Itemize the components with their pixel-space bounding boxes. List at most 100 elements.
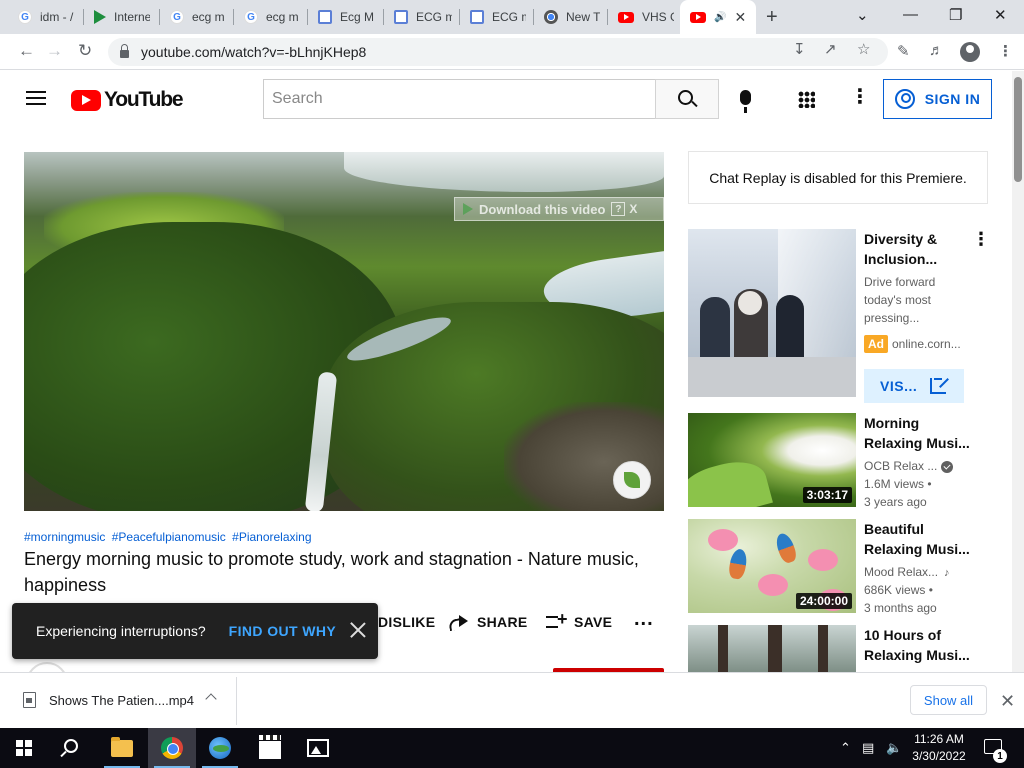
windows-start-icon[interactable]	[16, 740, 32, 756]
dislike-button[interactable]: DISLIKE	[378, 612, 435, 632]
search-input[interactable]: Search	[263, 79, 656, 119]
video-thumbnail[interactable]: 3:03:17	[688, 413, 856, 507]
tab-title: ECG m	[416, 10, 452, 24]
video-editor-button[interactable]	[246, 728, 294, 768]
download-help-icon[interactable]: ?	[611, 202, 626, 216]
video-title: Energy morning music to promote study, w…	[24, 549, 639, 595]
download-item[interactable]: Shows The Patien....mp4	[49, 693, 194, 708]
minimize-button[interactable]: —	[903, 6, 918, 23]
page-scrollbar[interactable]	[1012, 71, 1024, 672]
browser-tab[interactable]: G ecg m	[234, 0, 308, 34]
channel-watermark-icon[interactable]	[613, 461, 651, 499]
search-button[interactable]	[655, 79, 719, 119]
reload-icon[interactable]: ↻	[78, 41, 92, 61]
extensions-icon[interactable]: ✎	[897, 42, 910, 60]
download-play-icon	[463, 203, 473, 215]
chrome-icon	[544, 10, 558, 24]
apps-grid-icon[interactable]	[798, 91, 815, 108]
video-player[interactable]: Download this video ? X	[24, 152, 664, 511]
install-icon[interactable]: ↧	[793, 40, 806, 58]
browser-tab-active[interactable]: 🔊 ✕	[680, 0, 756, 34]
chrome-taskbar-button[interactable]	[148, 728, 196, 768]
tray-chevron-icon[interactable]: ⌃	[840, 740, 851, 756]
recommendation-title[interactable]: Morning Relaxing Musi...	[864, 413, 972, 453]
ad-more-icon[interactable]: ⋮	[972, 229, 990, 250]
view-count: 1.6M views •	[864, 477, 932, 491]
youtube-logo[interactable]: YouTube	[71, 88, 184, 112]
browser-tab[interactable]: ECG m	[384, 0, 460, 34]
save-label: SAVE	[574, 614, 613, 630]
browser-tab[interactable]: ECG m	[460, 0, 534, 34]
file-explorer-button[interactable]	[98, 728, 146, 768]
recommendation-title[interactable]: 10 Hours of Relaxing Musi...	[864, 625, 972, 665]
hashtag-link[interactable]: #Peacefulpianomusic	[112, 530, 226, 544]
video-thumbnail[interactable]: 24:00:00	[688, 519, 856, 613]
volume-icon[interactable]: 🔈	[886, 740, 902, 756]
save-button[interactable]: SAVE	[546, 609, 613, 632]
idm-taskbar-button[interactable]	[196, 728, 244, 768]
bookmark-star-icon[interactable]: ☆	[857, 40, 870, 58]
chrome-menu-icon[interactable]: ⋮	[998, 42, 1013, 60]
ad-title[interactable]: Diversity & Inclusion...	[864, 229, 972, 269]
back-icon[interactable]: ←	[18, 41, 35, 61]
recommendation-title[interactable]: Beautiful Relaxing Musi...	[864, 519, 972, 559]
profile-icon[interactable]	[960, 42, 980, 62]
settings-more-icon[interactable]: ⋮	[850, 87, 870, 107]
visit-site-button[interactable]: VIS...	[864, 369, 964, 403]
file-icon	[23, 692, 36, 708]
photos-button[interactable]	[294, 728, 342, 768]
address-bar[interactable]: youtube.com/watch?v=-bLhnjKHep8 ↧ ↗ ☆	[108, 38, 888, 66]
youtube-logo-icon	[71, 89, 101, 111]
download-video-overlay[interactable]: Download this video ? X	[454, 197, 664, 221]
ad-thumbnail[interactable]	[688, 229, 856, 397]
close-window-button[interactable]: ✕	[994, 6, 1007, 24]
tab-title: Interne	[114, 10, 150, 24]
hashtag-link[interactable]: #Pianorelaxing	[232, 530, 311, 544]
ad-card[interactable]: Diversity & Inclusion... Drive forward t…	[688, 229, 990, 403]
media-control-icon[interactable]: ♬	[929, 42, 944, 59]
browser-tab[interactable]: New T	[534, 0, 608, 34]
tab-title: Ecg M	[340, 10, 375, 24]
chevron-up-icon[interactable]	[205, 693, 217, 705]
hashtag-link[interactable]: #morningmusic	[24, 530, 105, 544]
lock-icon[interactable]	[120, 44, 129, 58]
tab-search-icon[interactable]: ⌄	[856, 6, 869, 24]
menu-icon[interactable]	[26, 91, 46, 105]
sign-in-label: SIGN IN	[924, 91, 981, 107]
browser-tab[interactable]: Interne	[84, 0, 160, 34]
taskbar-clock[interactable]: 11:26 AM 3/30/2022	[906, 731, 972, 765]
channel-name[interactable]: Mood Relax...	[864, 565, 938, 579]
browser-tab[interactable]: VHS G	[608, 0, 680, 34]
browser-tab[interactable]: Ecg M	[308, 0, 384, 34]
download-overlay-label: Download this video	[479, 201, 606, 217]
close-shelf-icon[interactable]: ✕	[1000, 691, 1015, 712]
account-icon	[894, 89, 915, 109]
restore-button[interactable]: ❐	[949, 6, 962, 24]
taskbar-search-icon[interactable]	[64, 739, 78, 753]
tab-close-icon[interactable]: ✕	[734, 9, 746, 26]
show-all-button[interactable]: Show all	[910, 685, 987, 715]
browser-tab[interactable]: G idm - /	[8, 0, 84, 34]
channel-name[interactable]: OCB Relax ...	[864, 459, 937, 473]
more-actions-icon[interactable]: ...	[634, 608, 654, 631]
recommendation-item[interactable]: 10 Hours of Relaxing Musi...	[688, 625, 988, 672]
recommendation-item[interactable]: 24:00:00 Beautiful Relaxing Musi... Mood…	[688, 519, 988, 615]
sign-in-button[interactable]: SIGN IN	[883, 79, 992, 119]
network-icon[interactable]: ▤	[862, 740, 874, 756]
browser-tab[interactable]: G ecg m	[160, 0, 234, 34]
scrollbar-thumb[interactable]	[1014, 77, 1022, 182]
view-count: 686K views •	[864, 583, 933, 597]
youtube-header: YouTube Search ⋮ SIGN IN	[0, 71, 1012, 127]
microphone-icon[interactable]	[740, 90, 751, 113]
find-out-why-button[interactable]: FIND OUT WHY	[229, 623, 336, 639]
video-thumbnail[interactable]	[688, 625, 856, 672]
share-page-icon[interactable]: ↗	[824, 40, 837, 58]
recommendation-item[interactable]: 3:03:17 Morning Relaxing Musi... OCB Rel…	[688, 413, 988, 509]
share-button[interactable]: SHARE	[449, 612, 528, 632]
toast-close-icon[interactable]	[348, 620, 368, 640]
download-close-icon[interactable]: X	[629, 202, 637, 216]
speaker-icon[interactable]: 🔊	[714, 12, 726, 23]
tab-title: ecg m	[192, 10, 225, 24]
forward-icon[interactable]: →	[46, 41, 63, 61]
new-tab-button[interactable]: +	[766, 6, 778, 29]
